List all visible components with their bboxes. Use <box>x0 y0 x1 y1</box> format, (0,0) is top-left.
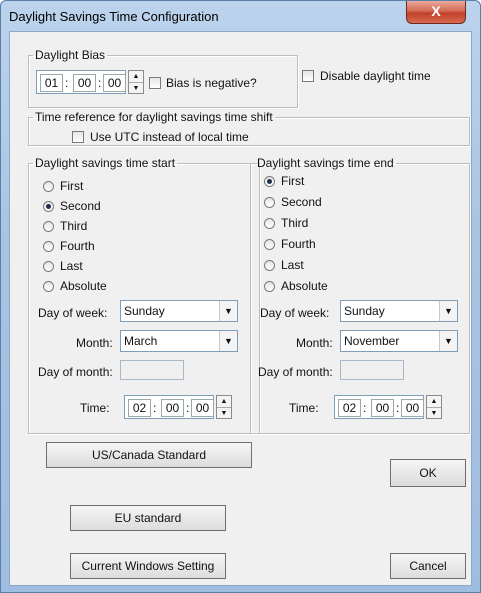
start-time-spinner[interactable]: ▲ ▼ <box>216 395 232 419</box>
end-month-value: November <box>344 334 400 348</box>
end-radio-third[interactable] <box>264 218 275 229</box>
start-month-label: Month: <box>76 336 113 350</box>
bias-separator: : <box>98 76 102 90</box>
spin-up-icon[interactable]: ▲ <box>129 71 143 83</box>
ok-button[interactable]: OK <box>390 459 466 487</box>
use-utc-checkbox[interactable] <box>72 131 84 143</box>
start-label-absolute: Absolute <box>60 279 107 293</box>
start-radio-third[interactable] <box>43 221 54 232</box>
us-canada-standard-button[interactable]: US/Canada Standard <box>46 442 252 468</box>
start-label-last: Last <box>60 259 83 273</box>
dst-start-legend: Daylight savings time start <box>35 156 176 170</box>
spin-down-icon[interactable]: ▼ <box>427 408 441 419</box>
dialog-window: Daylight Savings Time Configuration X Da… <box>0 0 481 593</box>
start-month-select[interactable]: March ▼ <box>120 330 238 352</box>
end-separator: : <box>363 401 367 415</box>
end-day-of-month-label: Day of month: <box>258 365 333 379</box>
start-label-first: First <box>60 179 84 193</box>
end-label-absolute: Absolute <box>281 279 328 293</box>
start-time-field[interactable]: 02 : 00 : 00 <box>124 395 214 419</box>
end-time-label: Time: <box>289 401 319 415</box>
daylight-bias-legend: Daylight Bias <box>35 48 106 62</box>
start-minutes[interactable]: 00 <box>161 399 184 417</box>
chevron-down-icon[interactable]: ▼ <box>219 301 237 321</box>
bias-time-field[interactable]: 01 : 00 : 00 <box>36 70 126 94</box>
spin-down-icon[interactable]: ▼ <box>129 83 143 94</box>
dst-start-group: Daylight savings time start <box>28 156 260 434</box>
end-day-of-week-label: Day of week: <box>260 306 330 320</box>
spin-up-icon[interactable]: ▲ <box>427 396 441 408</box>
cancel-button[interactable]: Cancel <box>390 553 466 579</box>
spin-down-icon[interactable]: ▼ <box>217 408 231 419</box>
end-label-second: Second <box>281 195 322 209</box>
window-title: Daylight Savings Time Configuration <box>9 9 219 24</box>
use-utc-label: Use UTC instead of local time <box>90 130 249 144</box>
end-label-third: Third <box>281 216 309 230</box>
start-radio-second[interactable] <box>43 201 54 212</box>
bias-negative-checkbox[interactable] <box>149 77 161 89</box>
chevron-down-icon[interactable]: ▼ <box>219 331 237 351</box>
end-time-spinner[interactable]: ▲ ▼ <box>426 395 442 419</box>
end-label-fourth: Fourth <box>281 237 316 251</box>
close-icon: X <box>431 3 441 19</box>
close-button[interactable]: X <box>406 1 466 24</box>
end-label-last: Last <box>281 258 304 272</box>
end-seconds[interactable]: 00 <box>401 399 424 417</box>
start-seconds[interactable]: 00 <box>191 399 214 417</box>
end-day-of-month-field <box>340 360 404 380</box>
start-time-label: Time: <box>80 401 110 415</box>
bias-negative-label: Bias is negative? <box>166 76 257 90</box>
start-label-fourth: Fourth <box>60 239 95 253</box>
end-radio-last[interactable] <box>264 260 275 271</box>
end-day-of-week-select[interactable]: Sunday ▼ <box>340 300 458 322</box>
end-radio-absolute[interactable] <box>264 281 275 292</box>
start-day-of-week-value: Sunday <box>124 304 165 318</box>
start-day-of-month-field <box>120 360 184 380</box>
end-hours[interactable]: 02 <box>338 399 361 417</box>
end-month-select[interactable]: November ▼ <box>340 330 458 352</box>
chevron-down-icon[interactable]: ▼ <box>439 301 457 321</box>
end-minutes[interactable]: 00 <box>371 399 394 417</box>
start-hours[interactable]: 02 <box>128 399 151 417</box>
current-windows-setting-button[interactable]: Current Windows Setting <box>70 553 226 579</box>
bias-seconds[interactable]: 00 <box>103 74 126 92</box>
start-day-of-month-label: Day of month: <box>38 365 113 379</box>
disable-daylight-checkbox[interactable] <box>302 70 314 82</box>
start-month-value: March <box>124 334 158 348</box>
start-radio-absolute[interactable] <box>43 281 54 292</box>
end-radio-first[interactable] <box>264 176 275 187</box>
start-radio-first[interactable] <box>43 181 54 192</box>
bias-hours[interactable]: 01 <box>40 74 63 92</box>
bias-minutes[interactable]: 00 <box>73 74 96 92</box>
dialog-client-area: Daylight Bias 01 : 00 : 00 ▲ ▼ Bias is ne… <box>9 31 472 586</box>
start-radio-fourth[interactable] <box>43 241 54 252</box>
start-day-of-week-select[interactable]: Sunday ▼ <box>120 300 238 322</box>
bias-separator: : <box>65 76 69 90</box>
start-label-second: Second <box>60 199 101 213</box>
end-month-label: Month: <box>296 336 333 350</box>
start-day-of-week-label: Day of week: <box>38 306 108 320</box>
chevron-down-icon[interactable]: ▼ <box>439 331 457 351</box>
bias-spinner[interactable]: ▲ ▼ <box>128 70 144 94</box>
end-time-field[interactable]: 02 : 00 : 00 <box>334 395 424 419</box>
dst-end-legend: Daylight savings time end <box>257 156 394 170</box>
end-label-first: First <box>281 174 305 188</box>
disable-daylight-label: Disable daylight time <box>320 69 431 83</box>
time-reference-legend: Time reference for daylight savings time… <box>35 110 273 124</box>
start-separator: : <box>153 401 157 415</box>
end-day-of-week-value: Sunday <box>344 304 385 318</box>
title-bar[interactable]: Daylight Savings Time Configuration X <box>1 1 480 31</box>
end-radio-second[interactable] <box>264 197 275 208</box>
end-separator: : <box>396 401 400 415</box>
start-label-third: Third <box>60 219 88 233</box>
start-radio-last[interactable] <box>43 261 54 272</box>
eu-standard-button[interactable]: EU standard <box>70 505 226 531</box>
end-radio-fourth[interactable] <box>264 239 275 250</box>
start-separator: : <box>186 401 190 415</box>
spin-up-icon[interactable]: ▲ <box>217 396 231 408</box>
